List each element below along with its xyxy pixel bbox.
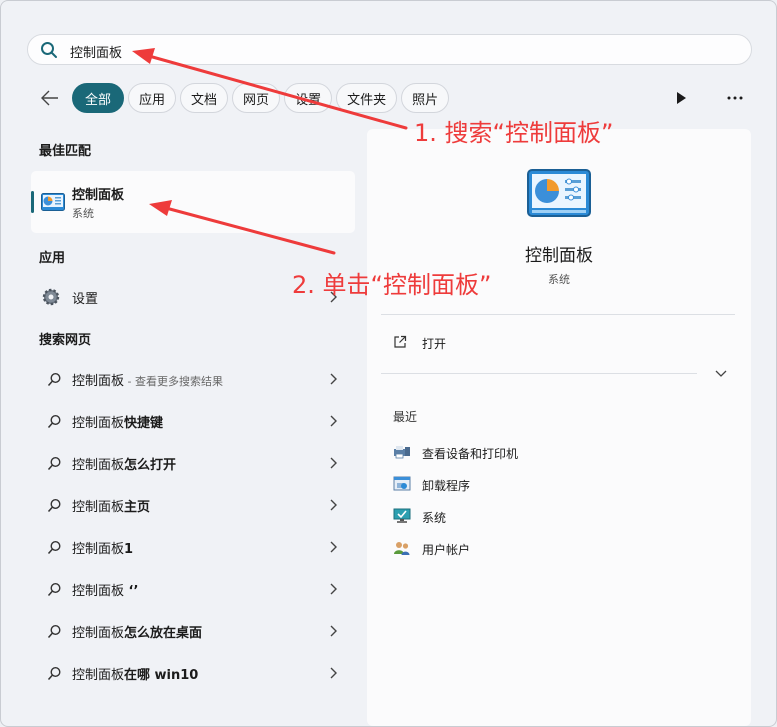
uninstall-program-icon <box>393 476 411 491</box>
tab-apps[interactable]: 应用 <box>128 83 177 113</box>
web-item-highlight: 主页 <box>124 500 151 515</box>
best-match-result[interactable]: 控制面板 系统 <box>31 171 355 233</box>
web-item-highlight: 怎么打开 <box>124 458 177 473</box>
open-external-icon <box>394 335 407 348</box>
tab-web[interactable]: 网页 <box>232 83 281 113</box>
web-item-prefix: 控制面板 <box>72 416 125 431</box>
web-item-prefix: 控制面板 <box>72 458 125 473</box>
detail-title: 控制面板 <box>525 246 593 266</box>
tab-photos[interactable]: 照片 <box>401 83 450 113</box>
web-item-prefix: 控制面板 <box>72 584 125 599</box>
best-match-heading: 最佳匹配 <box>39 144 92 159</box>
search-icon <box>41 42 57 58</box>
chevron-down-icon[interactable] <box>715 369 727 379</box>
search-icon <box>47 456 61 470</box>
back-arrow-icon[interactable] <box>39 87 61 109</box>
recent-item-label: 卸载程序 <box>422 479 471 493</box>
web-item-prefix: 控制面板 <box>72 500 125 515</box>
tab-all[interactable]: 全部 <box>72 83 125 113</box>
web-item-extra: - 查看更多搜索结果 <box>124 375 223 388</box>
user-accounts-icon <box>394 542 410 555</box>
open-label: 打开 <box>422 337 447 351</box>
chevron-right-icon[interactable] <box>329 415 337 427</box>
chevron-right-icon[interactable] <box>329 667 337 679</box>
control-panel-icon <box>41 193 65 211</box>
search-icon <box>47 372 61 386</box>
search-icon <box>47 624 61 638</box>
tab-folders[interactable]: 文件夹 <box>336 83 398 113</box>
more-options-icon[interactable] <box>725 90 745 106</box>
search-query[interactable]: 控制面板 <box>70 42 122 61</box>
web-item-highlight: 怎么放在桌面 <box>124 626 203 641</box>
divider <box>381 314 735 315</box>
search-icon <box>47 414 61 428</box>
web-search-item[interactable]: 控制面板 - 查看更多搜索结果 <box>31 358 355 400</box>
chevron-right-icon[interactable] <box>329 583 337 595</box>
detail-panel: 控制面板 系统 打开 最近 查看设备和打印机 卸载程序 系统 用户帐户 <box>367 129 751 726</box>
search-window: 控制面板 全部 应用 文档 网页 设置 文件夹 照片 最佳匹配 控制面板 系统 … <box>0 0 777 727</box>
gear-icon <box>42 288 60 306</box>
recent-heading: 最近 <box>393 410 418 424</box>
chevron-right-icon[interactable] <box>329 625 337 637</box>
web-search-item[interactable]: 控制面板1 <box>31 526 355 568</box>
recent-item-label: 查看设备和打印机 <box>422 447 519 461</box>
annotation-step2: 2. 单击“控制面板” <box>292 271 492 299</box>
web-search-item[interactable]: 控制面板在哪 win10 <box>31 652 355 694</box>
chevron-right-icon[interactable] <box>329 457 337 469</box>
recent-item-label: 用户帐户 <box>422 543 471 557</box>
web-search-item[interactable]: 控制面板快捷键 <box>31 400 355 442</box>
search-icon <box>47 582 61 596</box>
printer-icon <box>394 446 410 459</box>
play-icon[interactable] <box>673 90 689 106</box>
tab-settings[interactable]: 设置 <box>284 83 333 113</box>
web-item-highlight: ‘’ <box>124 584 139 599</box>
apps-heading: 应用 <box>39 251 66 266</box>
divider <box>381 373 697 374</box>
web-item-highlight: 1 <box>124 542 134 557</box>
search-icon <box>47 498 61 512</box>
chevron-right-icon[interactable] <box>329 541 337 553</box>
web-search-item[interactable]: 控制面板怎么放在桌面 <box>31 610 355 652</box>
control-panel-icon <box>527 169 591 217</box>
web-search-list: 控制面板 - 查看更多搜索结果 控制面板快捷键 控制面板怎么打开 控制面板主页 … <box>31 358 355 694</box>
search-icon <box>47 540 61 554</box>
chevron-right-icon[interactable] <box>329 499 337 511</box>
web-item-prefix: 控制面板 <box>72 626 125 641</box>
web-search-item[interactable]: 控制面板 ‘’ <box>31 568 355 610</box>
web-search-item[interactable]: 控制面板怎么打开 <box>31 442 355 484</box>
web-item-prefix: 控制面板 <box>72 542 125 557</box>
web-search-heading: 搜索网页 <box>39 333 92 348</box>
web-item-highlight: 快捷键 <box>124 416 164 431</box>
web-item-highlight: 在哪 win10 <box>124 668 199 683</box>
web-item-prefix: 控制面板 <box>72 374 125 389</box>
tab-documents[interactable]: 文档 <box>180 83 229 113</box>
best-match-name: 控制面板 <box>72 188 125 203</box>
recent-item-label: 系统 <box>422 511 447 525</box>
web-item-prefix: 控制面板 <box>72 668 125 683</box>
search-input[interactable]: 控制面板 <box>27 34 752 65</box>
selection-indicator <box>31 191 34 213</box>
chevron-right-icon[interactable] <box>329 373 337 385</box>
best-match-subtitle: 系统 <box>72 207 94 220</box>
search-icon <box>47 666 61 680</box>
app-label: 设置 <box>72 292 99 307</box>
filter-tabs: 全部 应用 文档 网页 设置 文件夹 照片 <box>72 83 450 113</box>
annotation-step1: 1. 搜索“控制面板” <box>414 119 614 147</box>
web-search-item[interactable]: 控制面板主页 <box>31 484 355 526</box>
system-monitor-icon <box>393 508 411 523</box>
